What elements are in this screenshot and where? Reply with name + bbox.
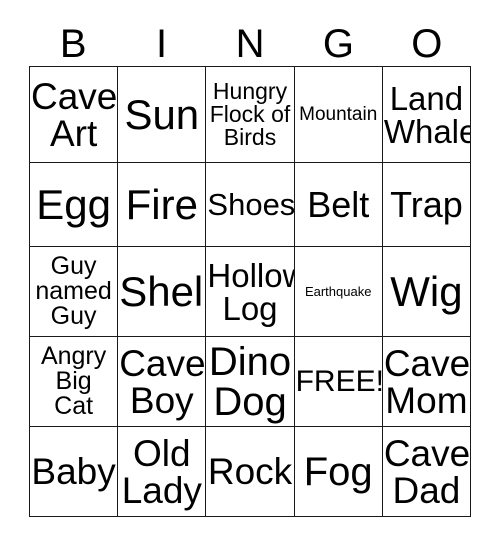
bingo-cell[interactable]: Shell (118, 247, 207, 337)
bingo-cell-label: Shell (119, 267, 207, 315)
bingo-header-letter-b: B (59, 22, 87, 66)
bingo-cell-label: Guy named Guy (35, 252, 112, 330)
bingo-row: Baby Old Lady Rock Fog Cave Dad (30, 427, 472, 517)
bingo-row: Guy named Guy Shell Hollow Log Earthquak… (30, 247, 472, 337)
bingo-header-letter-n: N (235, 22, 265, 66)
bingo-cell[interactable]: Dino Dog (206, 337, 295, 427)
bingo-grid: Cave Art Sun Hungry Flock of Birds Mount… (29, 66, 472, 517)
bingo-cell-label: Egg (36, 180, 111, 228)
bingo-cell-label: Hungry Flock of Birds (209, 78, 291, 150)
bingo-cell[interactable]: Fog (294, 427, 383, 517)
bingo-free-label: FREE! (295, 364, 383, 398)
bingo-cell[interactable]: Baby (30, 427, 119, 517)
bingo-cell[interactable]: Trap (382, 163, 472, 247)
bingo-cell-label: Land Whale (383, 79, 472, 150)
bingo-cell-label: Rock (207, 451, 293, 492)
bingo-cell[interactable]: Fire (118, 163, 207, 247)
bingo-cell-label: Fire (125, 180, 198, 228)
bingo-row: Egg Fire Shoes Belt Trap (30, 163, 472, 247)
bingo-row: Cave Art Sun Hungry Flock of Birds Mount… (30, 67, 472, 163)
bingo-header-letter-g: G (322, 22, 354, 66)
bingo-cell-label: Sun (124, 90, 200, 138)
bingo-cell[interactable]: Rock (206, 427, 295, 517)
bingo-cell[interactable]: Wig (382, 247, 472, 337)
bingo-cell[interactable]: Cave Boy (118, 337, 207, 427)
bingo-cell[interactable]: Hungry Flock of Birds (206, 67, 295, 163)
bingo-cell[interactable]: Old Lady (118, 427, 207, 517)
bingo-row: Angry Big Cat Cave Boy Dino Dog FREE! Ca… (30, 337, 472, 427)
bingo-cell-label: Baby (31, 451, 116, 492)
bingo-free-cell[interactable]: FREE! (294, 337, 383, 427)
bingo-cell-label: Belt (307, 183, 370, 225)
bingo-cell[interactable]: Shoes (206, 163, 295, 247)
bingo-cell[interactable]: Cave Art (30, 67, 119, 163)
bingo-cell-label: Shoes (207, 187, 295, 222)
bingo-cell[interactable]: Hollow Log (206, 247, 295, 337)
bingo-cell-label: Old Lady (121, 432, 202, 511)
bingo-cell[interactable]: Land Whale (382, 67, 472, 163)
bingo-cell-label: Fog (303, 449, 373, 494)
bingo-header-row: B I N G O (29, 10, 471, 66)
bingo-cell[interactable]: Earthquake (294, 247, 383, 337)
bingo-cell-label: Trap (390, 183, 463, 225)
bingo-cell-label: Earthquake (304, 284, 372, 299)
bingo-cell[interactable]: Belt (294, 163, 383, 247)
bingo-header-letter-i: I (156, 22, 168, 66)
bingo-cell-label: Angry Big Cat (40, 342, 107, 420)
bingo-cell-label: Cave Mom (383, 342, 471, 421)
bingo-cell[interactable]: Sun (118, 67, 207, 163)
bingo-cell[interactable]: Guy named Guy (30, 247, 119, 337)
bingo-cell[interactable]: Egg (30, 163, 119, 247)
bingo-card: B I N G O Cave Art Sun Hungry Flock of B… (29, 10, 472, 517)
bingo-header-letter-o: O (411, 22, 443, 66)
bingo-cell-label: Cave Dad (383, 432, 471, 511)
bingo-cell-label: Wig (390, 267, 463, 315)
bingo-cell[interactable]: Angry Big Cat (30, 337, 119, 427)
bingo-cell-label: Hollow Log (207, 256, 293, 327)
bingo-cell-label: Mountain (299, 104, 378, 125)
bingo-cell-label: Cave Art (31, 75, 118, 154)
bingo-cell[interactable]: Mountain (294, 67, 383, 163)
bingo-cell-label: Dino Dog (208, 339, 292, 424)
bingo-cell[interactable]: Cave Dad (382, 427, 472, 517)
bingo-cell-label: Cave Boy (119, 342, 206, 421)
bingo-cell[interactable]: Cave Mom (382, 337, 472, 427)
